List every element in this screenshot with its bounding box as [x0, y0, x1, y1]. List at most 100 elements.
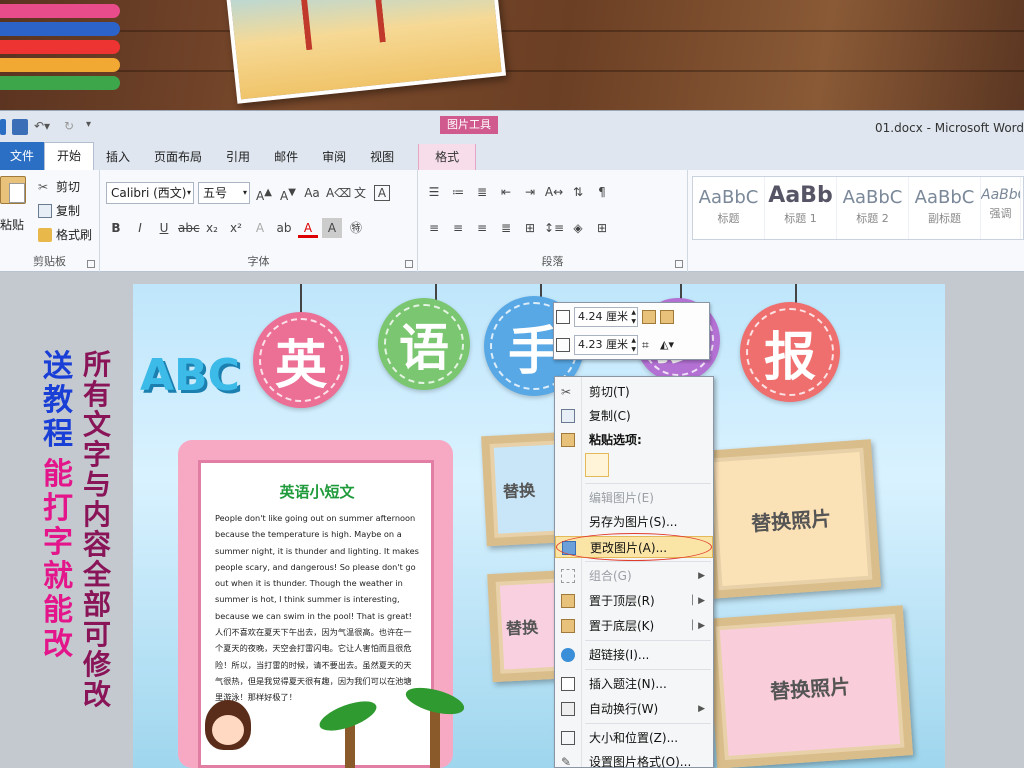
format-painter-button[interactable]: 格式刷 [38, 226, 92, 243]
menu-item-send-to-back[interactable]: 置于底层(K) │ ▶ [555, 615, 713, 637]
clipboard-launcher[interactable] [87, 260, 95, 268]
bring-forward-icon[interactable] [642, 310, 656, 324]
font-group-label: 字体 [247, 255, 270, 268]
superscript-icon[interactable]: x² [226, 218, 246, 238]
align-left-icon[interactable]: ≡ [424, 218, 444, 238]
tab-mailings[interactable]: 邮件 [262, 144, 310, 170]
style-emphasis[interactable]: AaBbC 强调 [981, 177, 1021, 239]
increase-indent-icon[interactable]: ⇥ [520, 182, 540, 202]
chinese-layout-icon[interactable]: A↔ [544, 182, 564, 202]
menu-item-cut[interactable]: ✂ 剪切(T) [555, 381, 713, 403]
style-heading-1[interactable]: AaBb 标题 1 [765, 177, 837, 239]
tab-review[interactable]: 审阅 [310, 144, 358, 170]
group-icon [561, 569, 575, 583]
title-char-2[interactable]: 语 [378, 298, 470, 390]
bullets-icon[interactable]: ☰ [424, 182, 444, 202]
tab-format[interactable]: 格式 [418, 144, 477, 170]
multilevel-list-icon[interactable]: ≣ [472, 182, 492, 202]
tab-view[interactable]: 视图 [358, 144, 406, 170]
char-shading-icon[interactable]: A [322, 218, 342, 238]
grow-font-icon[interactable]: A▲ [254, 183, 274, 203]
sort-icon[interactable]: ⇅ [568, 182, 588, 202]
save-icon[interactable] [12, 119, 28, 135]
paste-option-keep-source-icon[interactable] [585, 453, 609, 477]
phonetic-guide-icon[interactable]: 文 [350, 183, 370, 203]
tab-references[interactable]: 引用 [214, 144, 262, 170]
menu-item-size-position[interactable]: 大小和位置(Z)... [555, 727, 713, 749]
menu-item-copy[interactable]: 复制(C) [555, 405, 713, 427]
paragraph-launcher[interactable] [675, 260, 683, 268]
font-launcher[interactable] [405, 260, 413, 268]
decrease-indent-icon[interactable]: ⇤ [496, 182, 516, 202]
customize-qat-icon[interactable]: ▾ [86, 119, 102, 135]
underline-icon[interactable]: U [154, 218, 174, 238]
style-title[interactable]: AaBbC 标题 [693, 177, 765, 239]
justify-icon[interactable]: ≣ [496, 218, 516, 238]
menu-item-hyperlink[interactable]: 超链接(I)... [555, 644, 713, 666]
char-border-icon[interactable]: A [374, 185, 390, 201]
crop-icon[interactable]: ⌗ [642, 338, 656, 352]
menu-item-group: 组合(G) ▶ [555, 565, 713, 587]
tab-file[interactable]: 文件 [0, 142, 44, 170]
copy-icon [38, 203, 52, 218]
style-subtitle[interactable]: AaBbC 副标题 [909, 177, 981, 239]
strikethrough-icon[interactable]: abc [178, 218, 200, 238]
shape-width-icon [556, 338, 570, 352]
title-char-5[interactable]: 报 [740, 302, 840, 402]
tab-insert[interactable]: 插入 [94, 144, 142, 170]
brush-icon [38, 227, 52, 242]
numbering-icon[interactable]: ≔ [448, 182, 468, 202]
distributed-icon[interactable]: ⊞ [520, 218, 540, 238]
align-right-icon[interactable]: ≡ [472, 218, 492, 238]
shading-icon[interactable]: ◈ [568, 218, 588, 238]
paste-icon [561, 433, 575, 447]
undo-icon[interactable]: ↶▾ [34, 119, 58, 135]
font-size-combo[interactable]: 五号 ▾ [198, 182, 250, 204]
size-position-icon [561, 731, 575, 745]
width-field[interactable]: 4.23 厘米 ▲ ▼ [574, 335, 638, 355]
photo-frame-4[interactable]: 替换照片 [707, 605, 913, 768]
submenu-arrow-icon: │ ▶ [689, 596, 705, 606]
redo-icon[interactable]: ↻ [64, 119, 80, 135]
menu-item-save-as-picture[interactable]: 另存为图片(S)... [555, 511, 713, 533]
show-marks-icon[interactable]: ¶ [592, 182, 612, 202]
font-name-combo[interactable]: Calibri (西文) ▾ [106, 182, 194, 204]
menu-item-bring-to-front[interactable]: 置于顶层(R) │ ▶ [555, 590, 713, 612]
submenu-arrow-icon: │ ▶ [689, 621, 705, 631]
italic-icon[interactable]: I [130, 218, 150, 238]
clear-format-icon[interactable]: A⌫ [326, 183, 351, 203]
send-backward-icon[interactable] [660, 310, 674, 324]
ribbon-tabs: 文件 开始 插入 页面布局 引用 邮件 审阅 视图 格式 [0, 142, 1024, 170]
change-case-icon[interactable]: Aa [302, 183, 322, 203]
menu-item-format-picture[interactable]: ✎ 设置图片格式(O)... [555, 751, 713, 768]
title-char-1[interactable]: 英 [253, 312, 349, 408]
article-title: 英语小短文 [279, 483, 355, 501]
red-annotation-oval [556, 533, 712, 561]
paragraph-group-label: 段落 [541, 255, 564, 268]
line-spacing-icon[interactable]: ↕≡ [544, 218, 564, 238]
menu-item-wrap-text[interactable]: 自动换行(W) ▶ [555, 698, 713, 720]
font-color-icon[interactable]: A [298, 218, 318, 238]
tab-page-layout[interactable]: 页面布局 [142, 144, 214, 170]
text-effects-icon[interactable]: A [250, 218, 270, 238]
tab-home[interactable]: 开始 [44, 142, 95, 170]
menu-item-insert-caption[interactable]: 插入题注(N)... [555, 673, 713, 695]
photo-frame-3[interactable]: 替换照片 [701, 439, 881, 599]
bold-icon[interactable]: B [106, 218, 126, 238]
style-heading-2[interactable]: AaBbC 标题 2 [837, 177, 909, 239]
title-bar: ↶▾ ↻ ▾ 01.docx - Microsoft Word [0, 110, 1024, 142]
paste-button[interactable]: 粘贴 [0, 176, 30, 240]
borders-icon[interactable]: ⊞ [592, 218, 612, 238]
height-field[interactable]: 4.24 厘米 ▲ ▼ [574, 307, 638, 327]
window-title: 01.docx - Microsoft Word [875, 121, 1024, 135]
subscript-icon[interactable]: x₂ [202, 218, 222, 238]
align-center-icon[interactable]: ≡ [448, 218, 468, 238]
quick-access-toolbar: ↶▾ ↻ ▾ [0, 119, 102, 135]
abc-letters-decoration: ABC [140, 350, 240, 401]
enclose-char-icon[interactable]: ㊕ [346, 218, 366, 238]
highlight-icon[interactable]: ab [274, 218, 294, 238]
rotate-icon[interactable]: ◭▾ [660, 338, 674, 352]
cut-button[interactable]: ✂ 剪切 [38, 178, 80, 195]
shrink-font-icon[interactable]: A▼ [278, 183, 298, 203]
copy-button[interactable]: 复制 [38, 202, 80, 219]
